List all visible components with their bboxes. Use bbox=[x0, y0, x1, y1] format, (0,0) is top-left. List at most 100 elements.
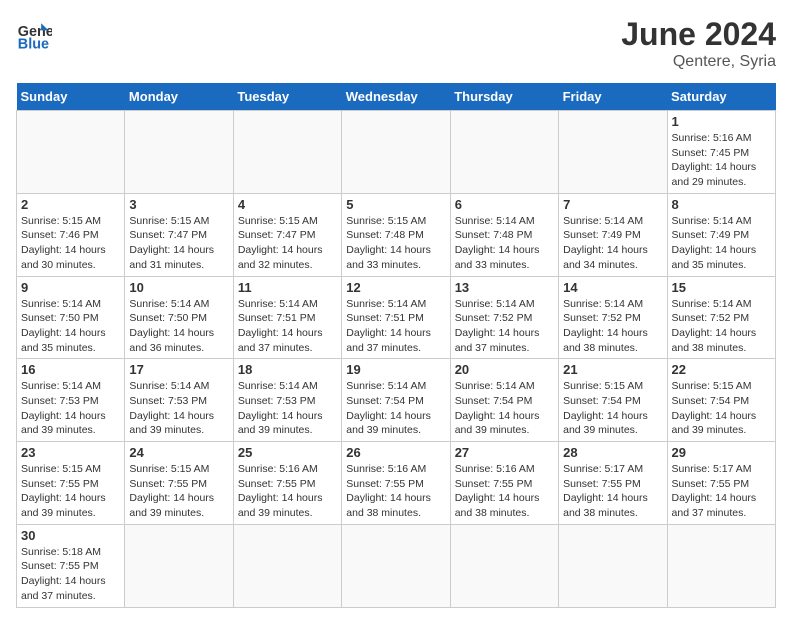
day-info: Sunrise: 5:14 AMSunset: 7:54 PMDaylight:… bbox=[346, 379, 445, 438]
calendar-cell: 1Sunrise: 5:16 AMSunset: 7:45 PMDaylight… bbox=[667, 111, 775, 194]
day-info: Sunrise: 5:14 AMSunset: 7:54 PMDaylight:… bbox=[455, 379, 554, 438]
day-info: Sunrise: 5:15 AMSunset: 7:46 PMDaylight:… bbox=[21, 214, 120, 273]
calendar-cell: 22Sunrise: 5:15 AMSunset: 7:54 PMDayligh… bbox=[667, 359, 775, 442]
day-number: 21 bbox=[563, 362, 662, 377]
calendar-cell: 5 Sunrise: 5:15 AMSunset: 7:48 PMDaylight… bbox=[342, 193, 450, 276]
day-number: 24 bbox=[129, 445, 228, 460]
day-number: 10 bbox=[129, 280, 228, 295]
calendar-cell: 11 Sunrise: 5:14 AMSunset: 7:51 PMDayligh… bbox=[233, 276, 341, 359]
day-number: 23 bbox=[21, 445, 120, 460]
day-info: Sunrise: 5:14 AMSunset: 7:53 PMDaylight:… bbox=[129, 379, 228, 438]
day-info: Sunrise: 5:14 AMSunset: 7:49 PMDaylight:… bbox=[672, 214, 771, 273]
calendar-cell: 30Sunrise: 5:18 AMSunset: 7:55 PMDayligh… bbox=[17, 524, 125, 607]
day-number: 7 bbox=[563, 197, 662, 212]
calendar-cell: 10 Sunrise: 5:14 AMSunset: 7:50 PMDayligh… bbox=[125, 276, 233, 359]
calendar-cell bbox=[125, 524, 233, 607]
day-info: Sunrise: 5:16 AMSunset: 7:55 PMDaylight:… bbox=[346, 462, 445, 521]
day-info: Sunrise: 5:14 AMSunset: 7:53 PMDaylight:… bbox=[238, 379, 337, 438]
calendar-cell bbox=[559, 524, 667, 607]
calendar-cell: 15 Sunrise: 5:14 AMSunset: 7:52 PMDayligh… bbox=[667, 276, 775, 359]
day-number: 13 bbox=[455, 280, 554, 295]
day-info: Sunrise: 5:15 AMSunset: 7:55 PMDaylight:… bbox=[21, 462, 120, 521]
calendar-cell: 27Sunrise: 5:16 AMSunset: 7:55 PMDayligh… bbox=[450, 442, 558, 525]
day-number: 5 bbox=[346, 197, 445, 212]
svg-text:Blue: Blue bbox=[18, 36, 49, 52]
calendar-cell bbox=[17, 111, 125, 194]
day-info: Sunrise: 5:14 AMSunset: 7:52 PMDaylight:… bbox=[672, 297, 771, 356]
day-number: 16 bbox=[21, 362, 120, 377]
weekday-header-tuesday: Tuesday bbox=[233, 83, 341, 111]
calendar-cell: 24 Sunrise: 5:15 AMSunset: 7:55 PMDayligh… bbox=[125, 442, 233, 525]
day-info: Sunrise: 5:17 AMSunset: 7:55 PMDaylight:… bbox=[672, 462, 771, 521]
day-number: 30 bbox=[21, 528, 120, 543]
day-number: 20 bbox=[455, 362, 554, 377]
day-number: 3 bbox=[129, 197, 228, 212]
day-info: Sunrise: 5:15 AMSunset: 7:48 PMDaylight:… bbox=[346, 214, 445, 273]
location: Qentere, Syria bbox=[621, 53, 776, 71]
calendar-cell bbox=[667, 524, 775, 607]
logo-icon: General Blue bbox=[16, 16, 52, 52]
day-info: Sunrise: 5:14 AMSunset: 7:50 PMDaylight:… bbox=[21, 297, 120, 356]
calendar-row: 2Sunrise: 5:15 AMSunset: 7:46 PMDaylight… bbox=[17, 193, 776, 276]
day-number: 6 bbox=[455, 197, 554, 212]
day-info: Sunrise: 5:15 AMSunset: 7:54 PMDaylight:… bbox=[563, 379, 662, 438]
calendar-cell: 13 Sunrise: 5:14 AMSunset: 7:52 PMDayligh… bbox=[450, 276, 558, 359]
calendar-cell: 19 Sunrise: 5:14 AMSunset: 7:54 PMDayligh… bbox=[342, 359, 450, 442]
day-number: 12 bbox=[346, 280, 445, 295]
weekday-header-saturday: Saturday bbox=[667, 83, 775, 111]
day-number: 29 bbox=[672, 445, 771, 460]
calendar-cell bbox=[342, 111, 450, 194]
day-number: 9 bbox=[21, 280, 120, 295]
calendar-cell bbox=[125, 111, 233, 194]
calendar-cell: 12 Sunrise: 5:14 AMSunset: 7:51 PMDayligh… bbox=[342, 276, 450, 359]
calendar-row: 23 Sunrise: 5:15 AMSunset: 7:55 PMDayligh… bbox=[17, 442, 776, 525]
day-number: 8 bbox=[672, 197, 771, 212]
calendar-cell bbox=[450, 524, 558, 607]
day-info: Sunrise: 5:15 AMSunset: 7:47 PMDaylight:… bbox=[238, 214, 337, 273]
calendar-cell: 25 Sunrise: 5:16 AMSunset: 7:55 PMDayligh… bbox=[233, 442, 341, 525]
day-number: 17 bbox=[129, 362, 228, 377]
day-info: Sunrise: 5:14 AMSunset: 7:50 PMDaylight:… bbox=[129, 297, 228, 356]
calendar-cell bbox=[559, 111, 667, 194]
weekday-header-wednesday: Wednesday bbox=[342, 83, 450, 111]
calendar-cell: 8 Sunrise: 5:14 AMSunset: 7:49 PMDaylight… bbox=[667, 193, 775, 276]
calendar-cell: 29 Sunrise: 5:17 AMSunset: 7:55 PMDayligh… bbox=[667, 442, 775, 525]
calendar-cell: 7 Sunrise: 5:14 AMSunset: 7:49 PMDaylight… bbox=[559, 193, 667, 276]
day-number: 11 bbox=[238, 280, 337, 295]
day-info: Sunrise: 5:15 AMSunset: 7:55 PMDaylight:… bbox=[129, 462, 228, 521]
calendar-cell: 16 Sunrise: 5:14 AMSunset: 7:53 PMDayligh… bbox=[17, 359, 125, 442]
calendar-cell: 6Sunrise: 5:14 AMSunset: 7:48 PMDaylight… bbox=[450, 193, 558, 276]
calendar-row: 9 Sunrise: 5:14 AMSunset: 7:50 PMDaylight… bbox=[17, 276, 776, 359]
day-number: 27 bbox=[455, 445, 554, 460]
month-title: June 2024 bbox=[621, 16, 776, 53]
weekday-header-monday: Monday bbox=[125, 83, 233, 111]
day-info: Sunrise: 5:14 AMSunset: 7:53 PMDaylight:… bbox=[21, 379, 120, 438]
day-number: 15 bbox=[672, 280, 771, 295]
day-number: 14 bbox=[563, 280, 662, 295]
day-number: 25 bbox=[238, 445, 337, 460]
calendar-cell: 9 Sunrise: 5:14 AMSunset: 7:50 PMDaylight… bbox=[17, 276, 125, 359]
day-info: Sunrise: 5:14 AMSunset: 7:52 PMDaylight:… bbox=[455, 297, 554, 356]
day-number: 28 bbox=[563, 445, 662, 460]
calendar-cell bbox=[450, 111, 558, 194]
weekday-header-sunday: Sunday bbox=[17, 83, 125, 111]
calendar-cell: 2Sunrise: 5:15 AMSunset: 7:46 PMDaylight… bbox=[17, 193, 125, 276]
day-info: Sunrise: 5:16 AMSunset: 7:55 PMDaylight:… bbox=[238, 462, 337, 521]
day-number: 19 bbox=[346, 362, 445, 377]
calendar-cell: 23 Sunrise: 5:15 AMSunset: 7:55 PMDayligh… bbox=[17, 442, 125, 525]
title-block: June 2024 Qentere, Syria bbox=[621, 16, 776, 71]
day-info: Sunrise: 5:14 AMSunset: 7:51 PMDaylight:… bbox=[238, 297, 337, 356]
day-number: 26 bbox=[346, 445, 445, 460]
calendar-cell: 28Sunrise: 5:17 AMSunset: 7:55 PMDayligh… bbox=[559, 442, 667, 525]
calendar-row: 16 Sunrise: 5:14 AMSunset: 7:53 PMDayligh… bbox=[17, 359, 776, 442]
calendar-cell bbox=[233, 524, 341, 607]
calendar-cell: 4Sunrise: 5:15 AMSunset: 7:47 PMDaylight… bbox=[233, 193, 341, 276]
calendar-row: 30Sunrise: 5:18 AMSunset: 7:55 PMDayligh… bbox=[17, 524, 776, 607]
calendar-cell bbox=[342, 524, 450, 607]
day-info: Sunrise: 5:14 AMSunset: 7:49 PMDaylight:… bbox=[563, 214, 662, 273]
day-info: Sunrise: 5:14 AMSunset: 7:51 PMDaylight:… bbox=[346, 297, 445, 356]
calendar-row: 1Sunrise: 5:16 AMSunset: 7:45 PMDaylight… bbox=[17, 111, 776, 194]
calendar-cell: 21 Sunrise: 5:15 AMSunset: 7:54 PMDayligh… bbox=[559, 359, 667, 442]
calendar-cell: 3Sunrise: 5:15 AMSunset: 7:47 PMDaylight… bbox=[125, 193, 233, 276]
page-header: General Blue June 2024 Qentere, Syria bbox=[16, 16, 776, 71]
